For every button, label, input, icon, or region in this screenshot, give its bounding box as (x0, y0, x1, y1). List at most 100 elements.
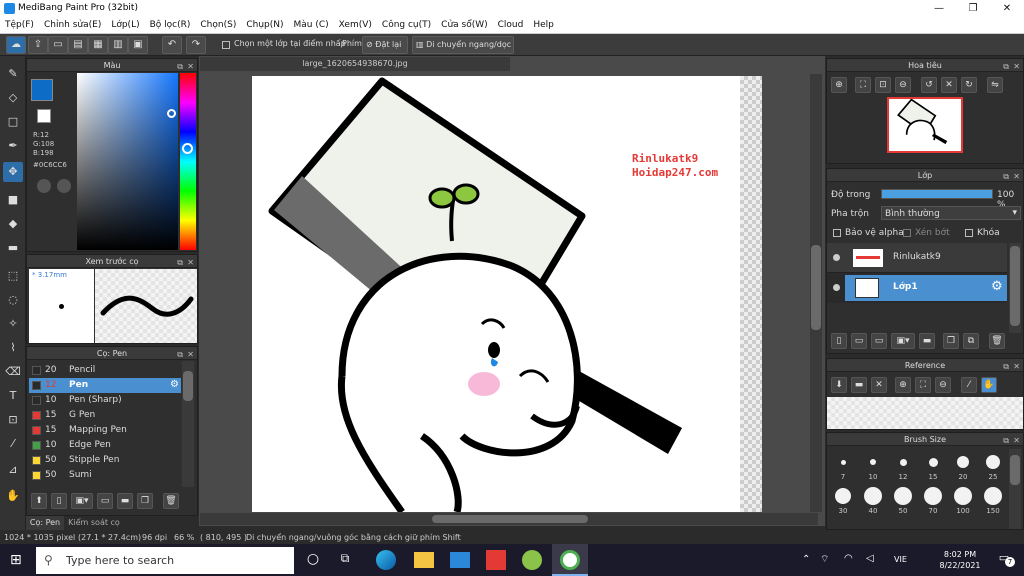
menu-layer[interactable]: Lớp(L) (106, 18, 144, 32)
move-tool-icon[interactable]: ✥ (3, 162, 23, 182)
brush-size-preset[interactable]: 25 (979, 453, 1007, 481)
zoom-in-icon[interactable]: ⊕ (831, 77, 847, 93)
file-explorer-icon[interactable] (414, 552, 434, 568)
brush-list-item[interactable]: 15 G Pen (29, 408, 181, 423)
float-icon[interactable]: ⧉ (177, 348, 183, 361)
brush-size-preset[interactable]: 40 (859, 487, 887, 515)
canvas-paper[interactable]: Rinlukatk9 Hoidap247.com (252, 76, 740, 512)
duplicate-icon[interactable]: ❐ (137, 493, 153, 509)
brush-list-item[interactable]: 10 Edge Pen (29, 438, 181, 453)
new-brush-icon[interactable]: ▯ (51, 493, 67, 509)
brush-list-scrollbar[interactable] (182, 361, 194, 487)
magic-wand-icon[interactable]: ✧ (3, 314, 23, 334)
flip-icon[interactable]: ⇋ (987, 77, 1003, 93)
select-tool-icon[interactable]: ⬚ (3, 266, 23, 286)
pen-tool-icon[interactable]: ✒ (3, 136, 23, 156)
add-brush-icon[interactable]: ⬆ (31, 493, 47, 509)
clip-checkbox[interactable] (903, 229, 911, 237)
hand-tool-icon[interactable]: ✋ (3, 486, 23, 506)
gift-icon[interactable] (486, 550, 506, 570)
gear-icon[interactable]: ⚙ (170, 379, 179, 390)
close-panel-icon[interactable]: ✕ (1013, 170, 1020, 183)
eye-icon[interactable] (833, 284, 840, 291)
navigator-thumbnail[interactable] (887, 97, 963, 153)
brush-size-scrollbar[interactable] (1009, 449, 1021, 529)
canvas-vertical-scrollbar-thumb[interactable] (811, 245, 821, 330)
hand-icon[interactable]: ✋ (981, 377, 997, 393)
menu-filter[interactable]: Bộ lọc(R) (145, 18, 196, 32)
close-reference-icon[interactable]: ✕ (871, 377, 887, 393)
brush-size-preset[interactable]: 150 (979, 487, 1007, 515)
new-layer-1bit-icon[interactable]: ▭ (871, 333, 887, 349)
palette-icon[interactable] (37, 179, 51, 193)
tab-brush-control[interactable]: Kiểm soát cọ (64, 516, 124, 530)
protect-alpha-checkbox[interactable] (833, 229, 841, 237)
color-wheel-icon[interactable] (57, 179, 71, 193)
menu-help[interactable]: Help (528, 18, 559, 32)
lasso-tool-icon[interactable]: ◌ (3, 290, 23, 310)
layer-row[interactable]: Rinlukatk9 (827, 243, 1007, 273)
reset-view-icon[interactable]: ✕ (941, 77, 957, 93)
brush-list-item[interactable]: 15 Mapping Pen (29, 423, 181, 438)
comment-icon[interactable]: ▤ (68, 36, 88, 54)
windows-start-icon[interactable]: ⊞ (10, 552, 26, 568)
edge-icon[interactable] (376, 550, 396, 570)
layer-row[interactable]: Lớp1 ⚙ (827, 273, 1007, 303)
text-tool-icon[interactable]: T (3, 386, 23, 406)
brush-size-preset[interactable]: 10 (859, 453, 887, 481)
hue-slider-handle[interactable] (182, 143, 193, 154)
chat-icon[interactable]: ▭ (48, 36, 68, 54)
network-icon[interactable]: ⌔ (820, 553, 829, 566)
copy-icon[interactable]: ▭ (97, 493, 113, 509)
saturation-value-picker[interactable] (77, 73, 178, 250)
reference-canvas[interactable] (827, 397, 1023, 429)
brush-size-preset[interactable]: 70 (919, 487, 947, 515)
share-icon[interactable]: ⇪ (28, 36, 48, 54)
taskbar-search[interactable]: ⚲ Type here to search (36, 547, 294, 574)
reset-button[interactable]: ⊘ Đặt lại (362, 36, 408, 54)
zoom-out-icon[interactable]: ⊖ (935, 377, 951, 393)
brush-list-item[interactable]: 12 Pen ⚙ (29, 378, 181, 393)
wifi-icon[interactable]: ◠ (844, 553, 853, 564)
background-color[interactable] (37, 109, 51, 123)
notification-icon[interactable]: ▭ 7 (994, 551, 1015, 569)
dropper-tool-icon[interactable]: ⁄ (3, 434, 23, 454)
brush-list-item[interactable]: 50 Sumi (29, 468, 181, 483)
brush-size-preset[interactable]: 50 (889, 487, 917, 515)
menu-window[interactable]: Cửa sổ(W) (436, 18, 492, 32)
foreground-color[interactable] (31, 79, 53, 101)
menu-file[interactable]: Tệp(F) (0, 18, 39, 32)
menu-color[interactable]: Màu (C) (289, 18, 334, 32)
brush-list-item[interactable]: 20 Pencil (29, 363, 181, 378)
cloud-icon[interactable]: ☁ (6, 36, 26, 54)
opacity-slider[interactable] (881, 189, 993, 199)
fill-rect-tool-icon[interactable]: ■ (3, 190, 23, 210)
medibang-taskbar-button[interactable] (552, 544, 588, 576)
fit-icon[interactable]: ⛶ (915, 377, 931, 393)
folder-icon[interactable]: ▬ (919, 333, 935, 349)
redo-icon[interactable]: ↷ (186, 36, 206, 54)
float-icon[interactable]: ⧉ (1003, 60, 1009, 73)
duplicate-layer-icon[interactable]: ❐ (943, 333, 959, 349)
close-panel-icon[interactable]: ✕ (1013, 360, 1020, 373)
eye-icon[interactable] (833, 254, 840, 261)
rectangle-tool-icon[interactable]: □ (3, 112, 23, 132)
brush-list-item[interactable]: 50 Stipple Pen (29, 453, 181, 468)
folder-icon[interactable]: ▬ (117, 493, 133, 509)
zoom-in-icon[interactable]: ⊕ (895, 377, 911, 393)
brush-menu-icon[interactable]: ▣▾ (71, 493, 93, 509)
select-eraser-icon[interactable]: ⌫ (3, 362, 23, 382)
eyedropper-icon[interactable]: ⁄ (961, 377, 977, 393)
float-icon[interactable]: ⧉ (177, 60, 183, 73)
brush-size-preset[interactable]: 20 (949, 453, 977, 481)
eraser-tool-icon[interactable]: ◇ (3, 88, 23, 108)
hue-slider[interactable] (180, 73, 196, 250)
tab-brush[interactable]: Cọ: Pen (26, 516, 64, 530)
layer-list-scrollbar[interactable] (1009, 243, 1021, 333)
brush-size-preset[interactable]: 30 (829, 487, 857, 515)
minimize-button[interactable]: — (922, 0, 956, 18)
menu-snap[interactable]: Chụp(N) (241, 18, 288, 32)
close-button[interactable]: ✕ (990, 0, 1024, 18)
merge-layer-icon[interactable]: ⧉ (963, 333, 979, 349)
fit-width-icon[interactable]: ⊡ (875, 77, 891, 93)
